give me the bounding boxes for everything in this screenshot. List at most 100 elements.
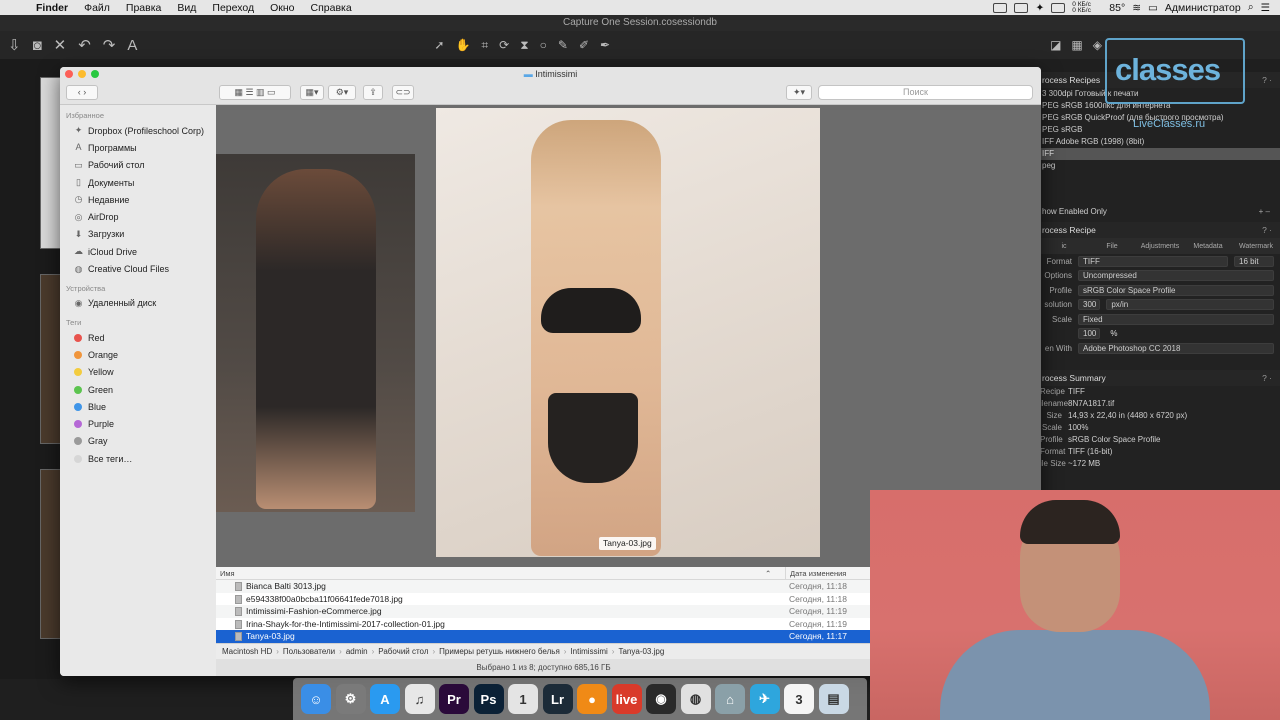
file-row-selected[interactable]: Tanya-03.jpg Сегодня, 11:17 [216,630,871,643]
menu-file[interactable]: Файл [84,2,110,14]
dock-camera-icon[interactable]: ◉ [646,684,676,714]
tags-icon[interactable]: ⊂⊃ [392,85,414,100]
sidebar-tag-red[interactable]: Red [60,329,216,346]
path-item-users[interactable]: Пользователи [283,647,335,656]
path-item-disk[interactable]: Macintosh HD [222,647,272,656]
column-header-date[interactable]: Дата изменения [785,567,871,579]
thumbnail[interactable] [40,77,62,249]
sidebar-tag-yellow[interactable]: Yellow [60,364,216,381]
dock-lightroom-icon[interactable]: Lr [542,684,573,714]
menu-go[interactable]: Переход [212,2,254,14]
back-forward-buttons[interactable]: ‹ › [66,85,98,100]
menu-app-name[interactable]: Finder [36,2,68,14]
undo-icon[interactable]: ↶ [78,36,91,54]
icc-profile-select[interactable]: sRGB Color Space Profile [1078,284,1274,296]
dock-system-preferences-icon[interactable]: ⚙ [335,684,366,714]
dock-live-icon[interactable]: live [611,684,642,714]
dock-telegram-icon[interactable]: ✈ [749,684,780,714]
dropbox-menu-icon[interactable]: ✦▾ [786,85,812,100]
compression-select[interactable]: Uncompressed [1078,270,1274,282]
dock-calendar-icon[interactable]: 3 [784,684,814,714]
crop-tool-icon[interactable]: ⌗ [481,38,488,53]
bit-depth-select[interactable]: 16 bit [1234,255,1274,267]
spotlight-icon[interactable]: ⌕ [1248,1,1254,14]
recipe-item[interactable]: IFF Adobe RGB (1998) (8bit) [1040,136,1280,148]
dock-premiere-icon[interactable]: Pr [439,684,469,714]
picker-tool-icon[interactable]: ✒ [600,38,610,53]
dock-photoshop-icon[interactable]: Ps [473,684,504,714]
brush-tool-icon[interactable]: ✎ [558,38,568,53]
sidebar-tag-purple[interactable]: Purple [60,415,216,432]
zoom-button[interactable] [91,70,99,78]
path-item-folder[interactable]: Intimissimi [570,647,607,656]
path-item-admin[interactable]: admin [346,647,368,656]
resolution-unit-select[interactable]: px/in [1106,299,1274,311]
search-input[interactable]: Поиск [818,85,1033,100]
menu-view[interactable]: Вид [177,2,196,14]
sidebar-item-downloads[interactable]: ⬇ Загрузки [60,226,216,243]
tab-file[interactable]: File [1088,243,1136,250]
dock-app-orange-icon[interactable]: ● [577,684,607,714]
path-item-examples[interactable]: Примеры ретушь нижнего белья [439,647,560,656]
close-button[interactable] [65,70,73,78]
sidebar-tag-gray[interactable]: Gray [60,433,216,450]
preview-image-selected[interactable] [436,108,820,557]
eraser-tool-icon[interactable]: ✐ [579,38,589,53]
show-enabled-only[interactable]: how Enabled Only + ‒ [1040,206,1280,218]
path-item-file[interactable]: Tanya-03.jpg [618,647,664,656]
spot-tool-icon[interactable]: ○ [540,38,547,53]
open-with-select[interactable]: Adobe Photoshop CC 2018 [1078,342,1274,354]
sidebar-tag-blue[interactable]: Blue [60,398,216,415]
view-mode-segmented[interactable]: ▦ ☰ ▥ ▭ [219,85,291,100]
delete-icon[interactable]: ✕ [54,36,67,54]
sidebar-item-icloud[interactable]: ☁ iCloud Drive [60,243,216,260]
tab-basic[interactable]: ic [1040,243,1088,250]
dock-itunes-icon[interactable]: ♫ [404,684,435,714]
file-row[interactable]: Intimissimi-Fashion-eCommerce.jpg Сегодня… [216,605,871,618]
recipe-item-selected[interactable]: IFF [1040,148,1280,160]
group-button[interactable]: ▦▾ [300,85,324,100]
preview-image-previous[interactable] [216,154,415,512]
sidebar-tag-all[interactable]: Все теги… [60,450,216,467]
sidebar-item-recents[interactable]: ◷ Недавние [60,191,216,208]
tray-display-icon[interactable] [1014,2,1029,13]
dock-app-teal-icon[interactable]: ⌂ [715,684,745,714]
path-item-desktop[interactable]: Рабочий стол [378,647,428,656]
file-row[interactable]: Irina-Shayk-for-the-Intimissimi-2017-col… [216,618,871,631]
tab-watermark[interactable]: Watermark [1232,243,1280,250]
dock-app-store-icon[interactable]: A [370,684,400,714]
recipe-item[interactable]: peg [1040,160,1280,172]
thumbnail[interactable] [40,469,62,639]
action-gear-icon[interactable]: ⚙▾ [328,85,356,100]
add-recipe-icon[interactable]: + ‒ [1259,206,1270,218]
sort-chevron-icon[interactable]: ⌃ [765,567,785,579]
menu-edit[interactable]: Правка [126,2,161,14]
rotate-tool-icon[interactable]: ⟳ [499,38,509,53]
process-summary-header[interactable]: rocess Summary? · [1040,369,1280,386]
dropbox-tray-icon[interactable]: ✦ [1035,2,1044,14]
resolution-input[interactable]: 300 [1078,299,1101,311]
share-icon[interactable]: ⇪ [363,85,383,100]
proof-icon[interactable]: ◈ [1093,38,1102,52]
dock-preview-icon[interactable]: ▤ [818,684,849,714]
tab-metadata[interactable]: Metadata [1184,243,1232,250]
menu-window[interactable]: Окно [270,2,294,14]
file-row[interactable]: e594338f00a0bcba11f06641fede7018.jpg Сего… [216,593,871,606]
tray-battery-icon[interactable] [1051,2,1066,13]
column-header-name[interactable]: Имя [216,567,765,579]
scale-percent-input[interactable]: 100 [1078,328,1101,340]
pan-tool-icon[interactable]: ✋ [455,38,470,53]
sidebar-item-remote-disk[interactable]: ◉ Удаленный диск [60,295,216,312]
grid-icon[interactable]: ▦ [1071,38,1082,52]
tab-adjustments[interactable]: Adjustments [1136,243,1184,250]
import-icon[interactable]: ⇩ [8,36,21,54]
sidebar-item-dropbox[interactable]: ✦ Dropbox (Profileschool Corp) [60,122,216,139]
sidebar-tag-green[interactable]: Green [60,381,216,398]
minimize-button[interactable] [78,70,86,78]
thumbnail[interactable] [40,274,62,444]
flag-icon[interactable]: ▭ [1148,2,1158,14]
format-select[interactable]: TIFF [1078,255,1228,267]
sidebar-item-creative-cloud[interactable]: ◍ Creative Cloud Files [60,260,216,277]
process-recipe-header[interactable]: rocess Recipe? · [1040,222,1280,238]
select-tool-icon[interactable]: ➚ [434,38,444,53]
